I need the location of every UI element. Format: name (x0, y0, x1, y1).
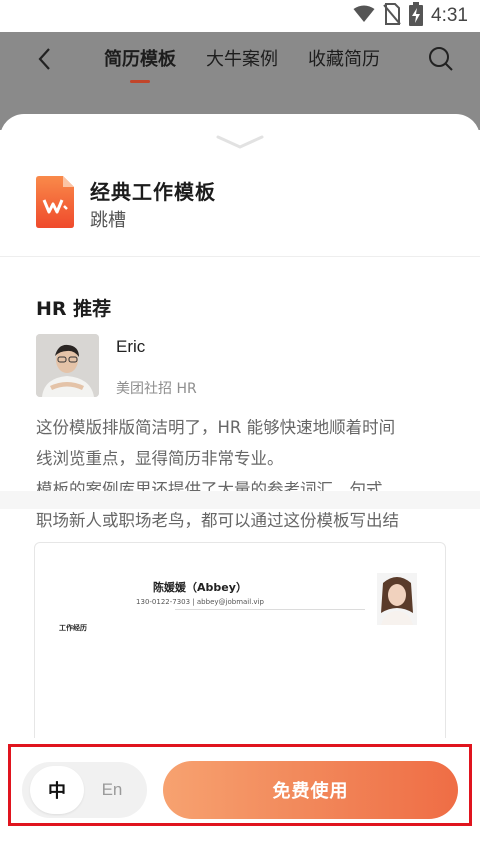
avatar (36, 334, 99, 397)
resume-photo (377, 573, 417, 625)
wifi-icon (353, 5, 375, 27)
highlight-frame (8, 744, 472, 826)
tab-resume-templates[interactable]: 简历模板 (104, 46, 176, 83)
resume-contact: 130-0122-7303 | abbey@jobmail.vip (136, 598, 264, 606)
tab-saved-resumes[interactable]: 收藏简历 (308, 46, 380, 74)
status-bar: 4:31 (0, 0, 480, 32)
description-line: 线浏览重点，显得简历非常专业。 (36, 449, 284, 468)
tab-label: 收藏简历 (308, 49, 380, 70)
resume-name: 陈媛媛（Abbey） (153, 581, 247, 594)
back-icon (38, 48, 50, 70)
status-time: 4:31 (431, 5, 468, 26)
wps-logo-icon (36, 176, 74, 228)
tab-bar: 简历模板 大牛案例 收藏简历 (104, 46, 380, 83)
collapse-handle[interactable] (214, 134, 266, 150)
description-line: 职场新人或职场老鸟，都可以通过这份模板写出结 (36, 511, 399, 530)
tab-label: 大牛案例 (206, 49, 278, 70)
active-tab-indicator (130, 80, 150, 83)
back-button[interactable] (34, 46, 58, 72)
template-header: 经典工作模板 跳槽 (36, 176, 456, 236)
chevron-down-icon (216, 135, 264, 149)
divider (0, 256, 480, 257)
resume-preview[interactable]: 陈媛媛（Abbey） 130-0122-7303 | abbey@jobmail… (34, 542, 446, 752)
status-icons: 4:31 (353, 2, 468, 30)
resume-rule (175, 609, 365, 610)
hr-name: Eric (116, 337, 146, 356)
template-tag: 跳槽 (90, 210, 126, 231)
tab-expert-cases[interactable]: 大牛案例 (206, 46, 278, 74)
resume-section-title: 工作经历 (59, 624, 87, 632)
search-icon (429, 47, 453, 71)
tab-label: 简历模板 (104, 49, 176, 70)
section-gap (0, 491, 480, 509)
battery-charging-icon (409, 2, 424, 30)
top-nav: 简历模板 大牛案例 收藏简历 (0, 32, 480, 116)
search-button[interactable] (428, 46, 454, 72)
template-title: 经典工作模板 (90, 180, 216, 204)
hr-company: 美团社招 HR (116, 381, 197, 397)
no-sim-icon (383, 3, 401, 29)
hr-section-title: HR 推荐 (36, 298, 112, 320)
description-line: 这份模版排版简洁明了，HR 能够快速地顺着时间 (36, 418, 396, 437)
